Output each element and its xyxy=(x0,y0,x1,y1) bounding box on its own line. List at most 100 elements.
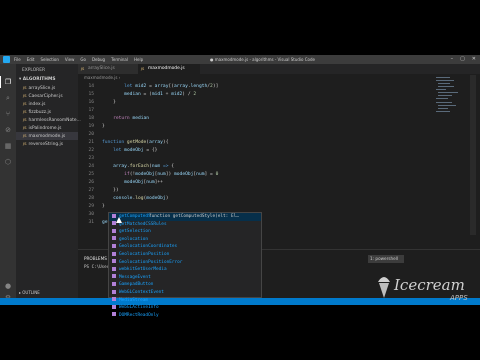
source-control-icon[interactable]: ⑂ xyxy=(4,110,12,118)
line-number: 31 xyxy=(88,220,94,225)
suggestion-item[interactable]: geolocation xyxy=(109,236,261,244)
files-icon[interactable]: ❐ xyxy=(4,78,12,86)
menu-item[interactable]: Terminal xyxy=(111,57,128,62)
suggestion-item[interactable]: WebGLContextEvent xyxy=(109,289,261,297)
code-text: } xyxy=(102,204,105,209)
extensions-icon[interactable]: ▦ xyxy=(4,142,12,150)
account-icon[interactable]: ● xyxy=(4,282,12,290)
code-text: }) xyxy=(102,188,119,193)
suggestion-detail: function getComputedStyle(elt: El… xyxy=(149,214,239,219)
minimize-icon[interactable]: – xyxy=(451,56,454,62)
suggestion-label: DOMRectReadOnly xyxy=(119,312,159,318)
code-line[interactable]: 22 let modeObj = {} xyxy=(78,147,428,155)
symbol-icon xyxy=(112,259,116,264)
folder-header[interactable]: ▾ ALGORITHMS xyxy=(19,77,55,82)
suggestion-item[interactable]: MessageEvent xyxy=(109,274,261,282)
suggestion-item[interactable]: DOMRectReadOnly xyxy=(109,312,261,320)
code-text: console.log(modeObj) xyxy=(113,196,169,201)
line-number: 22 xyxy=(88,148,94,153)
file-item[interactable]: JS index.js xyxy=(16,100,78,108)
code-line[interactable]: 18 return median xyxy=(78,115,428,123)
code-line[interactable]: 17 xyxy=(78,107,428,115)
suggestion-item[interactable]: GeolocationCoordinates xyxy=(109,243,261,251)
code-line[interactable]: 15 median = (mid1 + mid2) / 2 xyxy=(78,91,428,99)
symbol-icon xyxy=(112,236,116,241)
problems-tab[interactable]: PROBLEMS xyxy=(84,256,107,261)
suggestion-label: GeolocationCoordinates xyxy=(119,244,178,250)
close-icon[interactable]: ✕ xyxy=(472,56,476,62)
terminal-select[interactable]: 1: powershell xyxy=(368,255,404,263)
tab-maxmodmode[interactable]: JS maxmodmode.js xyxy=(138,64,200,74)
code-text: if(!modeObj[num]) modeObj[num] = 0 xyxy=(124,172,219,177)
suggestion-label: WebGLActiveInfo xyxy=(119,305,159,311)
menu-item[interactable]: File xyxy=(14,57,21,62)
vscode-logo-icon xyxy=(3,56,10,63)
code-line[interactable]: 16 } xyxy=(78,99,428,107)
active-indicator xyxy=(0,76,1,88)
code-line[interactable]: 19} xyxy=(78,123,428,131)
remote-icon[interactable]: ⬡ xyxy=(4,158,12,166)
line-number: 23 xyxy=(88,156,94,161)
suggestion-item[interactable]: MediaStream xyxy=(109,297,261,305)
suggestion-label: getSelection xyxy=(119,229,151,235)
search-icon[interactable]: ⌕ xyxy=(4,94,12,102)
suggestion-label: MessageEvent xyxy=(119,274,151,280)
code-line[interactable]: 20 xyxy=(78,131,428,139)
menu-item[interactable]: Debug xyxy=(92,57,105,62)
menu-item[interactable]: Help xyxy=(134,57,143,62)
watermark: Icecream APPS xyxy=(372,270,480,310)
file-item[interactable]: JS harmlessRansomNote... xyxy=(16,116,81,124)
code-text: modeObj[num]++ xyxy=(124,180,163,185)
title-bar: File Edit Selection View Go Debug Terminal Help… xyxy=(0,55,480,64)
code-line[interactable]: 26 modeObj[num]++ xyxy=(78,179,428,187)
suggestion-item[interactable]: GeolocationPosition xyxy=(109,251,261,259)
line-number: 27 xyxy=(88,188,94,193)
suggestion-item[interactable]: getMatchedCSSRules xyxy=(109,221,261,229)
js-file-icon: JS xyxy=(23,125,27,130)
debug-icon[interactable]: ⊘ xyxy=(4,126,12,134)
outline-section[interactable]: ▸ OUTLINE xyxy=(19,290,40,295)
code-line[interactable]: 21 function getMode(array){ xyxy=(78,139,428,147)
suggestion-item[interactable]: getComputedS... function getComputedStyle… xyxy=(109,213,261,221)
tab-arrayslice[interactable]: JS arraySlice.js xyxy=(78,64,138,74)
suggestion-item[interactable]: GeolocationPositionError xyxy=(109,259,261,267)
suggestion-item[interactable]: getSelection xyxy=(109,228,261,236)
file-item[interactable]: JS CaesarCipher.js xyxy=(16,92,78,100)
code-text: let modeObj = {} xyxy=(113,148,158,153)
code-text: array.forEach(num => { xyxy=(113,164,175,169)
code-line[interactable]: 14 let mid2 = array[(array.length/2)] xyxy=(78,83,428,91)
menu-item[interactable]: Selection xyxy=(40,57,58,62)
suggestion-label: geolocation xyxy=(119,236,149,242)
explorer-sidebar: EXPLORER ▾ ALGORITHMS JS arraySlice.js JS C… xyxy=(16,64,81,305)
line-number: 20 xyxy=(88,132,94,137)
code-line[interactable]: 24 array.forEach(num => { xyxy=(78,163,428,171)
code-line[interactable]: 27 }) xyxy=(78,187,428,195)
file-label: CaesarCipher.js xyxy=(28,94,63,99)
minimap[interactable] xyxy=(432,75,462,135)
symbol-icon xyxy=(112,266,116,271)
file-item[interactable]: JS arraySlice.js xyxy=(16,84,78,92)
file-item[interactable]: JS isPalindrome.js xyxy=(16,124,78,132)
suggestion-item[interactable]: webkitGetUserMedia xyxy=(109,266,261,274)
line-number: 26 xyxy=(88,180,94,185)
code-line[interactable]: 23 xyxy=(78,155,428,163)
file-list: JS arraySlice.js JS CaesarCipher.js JS index.… xyxy=(16,84,81,148)
suggestion-item[interactable]: GamepadButton xyxy=(109,281,261,289)
editor-tabs: JS arraySlice.js JS maxmodmode.js xyxy=(78,64,480,74)
menu-item[interactable]: View xyxy=(65,57,75,62)
file-item[interactable]: JS fizzbuzz.js xyxy=(16,108,78,116)
line-number: 29 xyxy=(88,204,94,209)
maximize-icon[interactable]: ▢ xyxy=(460,56,465,62)
code-line[interactable]: 29} xyxy=(78,203,428,211)
code-line[interactable]: 25 if(!modeObj[num]) modeObj[num] = 0 xyxy=(78,171,428,179)
file-item[interactable]: JS maxmodmode.js xyxy=(16,132,78,140)
suggestion-item[interactable]: WebGLActiveInfo xyxy=(109,304,261,312)
code-line[interactable]: 28 console.log(modeObj) xyxy=(78,195,428,203)
editor-scrollbar[interactable] xyxy=(470,75,476,235)
menu-item[interactable]: Edit xyxy=(27,57,35,62)
line-number: 25 xyxy=(88,172,94,177)
menu-item[interactable]: Go xyxy=(80,57,86,62)
file-item[interactable]: JS reverseString.js xyxy=(16,140,78,148)
line-number: 24 xyxy=(88,164,94,169)
suggestion-label: WebGLContextEvent xyxy=(119,290,164,295)
